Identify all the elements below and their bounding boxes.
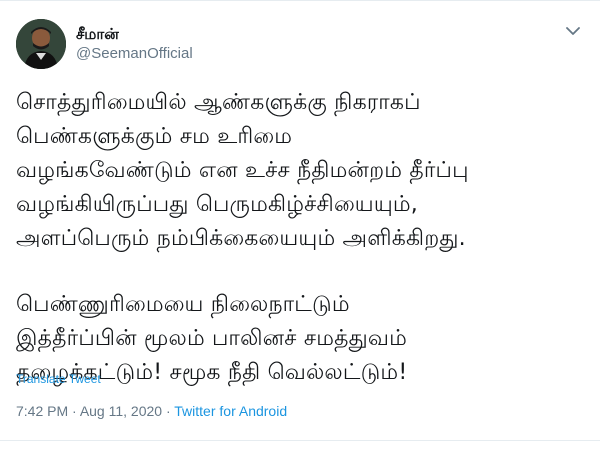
tweet-line: பெண்ணுரிமையை நிலைநாட்டும் [16,292,350,317]
tweet-line: வழங்கவேண்டும் என உச்ச நீதிமன்றம் தீர்ப்ப… [16,158,469,183]
top-divider [0,0,600,1]
tweet-line: சொத்துரிமையில் ஆண்களுக்கு நிகராகப் [16,90,421,115]
tweet-meta: 7:42 PM · Aug 11, 2020 · Twitter for And… [16,403,287,419]
user-block: சீமான் @SeemanOfficial [76,24,193,64]
tweet-text: சொத்துரிமையில் ஆண்களுக்கு நிகராகப் பெண்க… [16,86,586,422]
tweet-paragraph: சொத்துரிமையில் ஆண்களுக்கு நிகராகப் பெண்க… [16,86,586,256]
tweet-source-link[interactable]: Twitter for Android [174,403,287,419]
tweet-paragraph: பெண்ணுரிமையை நிலைநாட்டும் இத்தீர்ப்பின் … [16,288,586,390]
tweet-line: வழங்கியிருப்பது பெருமகிழ்ச்சியையும், [16,192,419,217]
translate-tweet-link[interactable]: Translate Tweet [16,372,101,386]
tweet-header: சீமான் @SeemanOfficial [16,18,193,70]
tweet-line: இத்தீர்ப்பின் மூலம் பாலினச் சமத்துவம் [16,326,408,351]
avatar-image [16,19,66,69]
meta-separator: · [68,403,80,419]
tweet-card: சீமான் @SeemanOfficial சொத்துரிமையில் ஆண… [0,0,600,450]
tweet-line: அளப்பெரும் நம்பிக்கையையும் அளிக்கிறது. [16,226,466,251]
bottom-divider [0,440,600,441]
tweet-line: பெண்களுக்கும் சம உரிமை [16,124,293,149]
chevron-down-icon[interactable] [564,22,582,40]
user-handle[interactable]: @SeemanOfficial [76,44,193,64]
display-name[interactable]: சீமான் [76,24,193,44]
avatar[interactable] [16,19,66,69]
tweet-time[interactable]: 7:42 PM [16,403,68,419]
tweet-line: தழைக்கட்டும்! சமூக நீதி வெல்லட்டும்! [16,360,408,385]
tweet-date[interactable]: Aug 11, 2020 [80,403,162,419]
meta-separator: · [162,403,175,419]
